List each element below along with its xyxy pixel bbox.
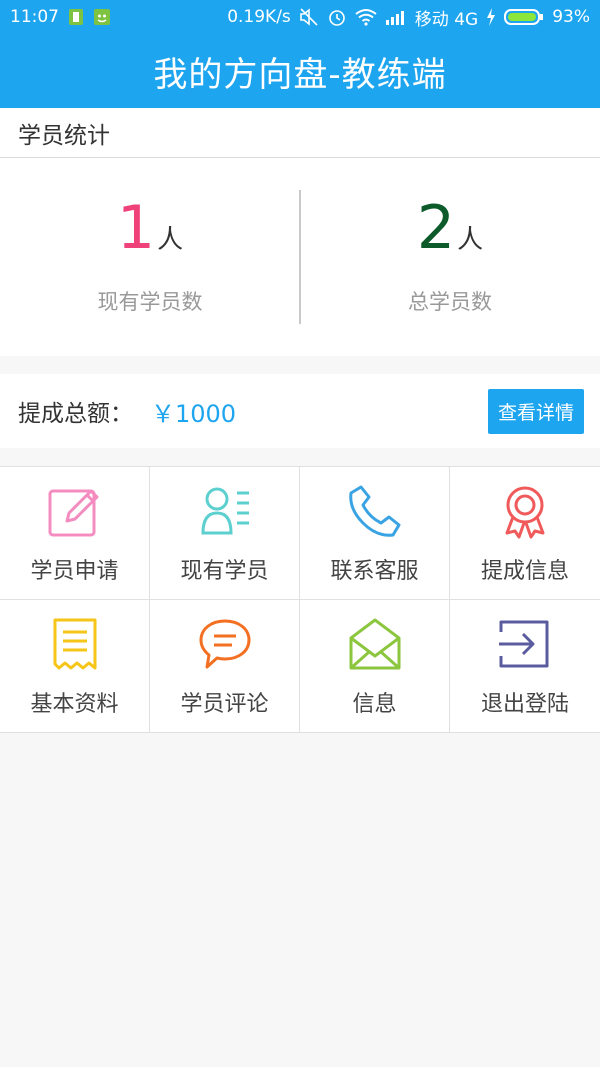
grid-item-student-comments[interactable]: 学员评论 xyxy=(150,600,300,733)
grid-item-label: 退出登陆 xyxy=(480,692,569,717)
alarm-icon xyxy=(327,7,347,27)
student-stats-panel: 1 人 现有学员数 2 人 总学员数 xyxy=(0,158,600,356)
grid-item-contact-service[interactable]: 联系客服 xyxy=(300,467,450,600)
grid-item-label: 现有学员 xyxy=(180,559,269,584)
mute-icon xyxy=(299,7,319,27)
spacer xyxy=(0,356,600,374)
grid-item-label: 联系客服 xyxy=(330,559,419,584)
spacer xyxy=(0,448,600,466)
grid-item-commission-info[interactable]: 提成信息 xyxy=(450,467,600,600)
current-students-count: 1 xyxy=(116,193,156,263)
android-notification-icon xyxy=(93,8,111,26)
battery-notification-icon xyxy=(67,8,85,26)
view-details-button[interactable]: 查看详情 xyxy=(487,388,584,434)
battery-percent: 93% xyxy=(552,7,590,27)
student-list-icon xyxy=(195,481,255,541)
commission-amount: ￥1000 xyxy=(151,399,237,428)
grid-item-logout[interactable]: 退出登陆 xyxy=(450,600,600,733)
mail-icon xyxy=(345,614,405,674)
status-bar: 11:07 0.19K/s 移动 4G 93% xyxy=(0,0,600,34)
document-icon xyxy=(45,614,105,674)
current-students-stat[interactable]: 1 人 现有学员数 xyxy=(0,158,300,356)
total-students-unit: 人 xyxy=(457,225,484,255)
commission-row: 提成总额： ￥1000 查看详情 xyxy=(0,374,600,448)
grid-item-messages[interactable]: 信息 xyxy=(300,600,450,733)
grid-item-basic-profile[interactable]: 基本资料 xyxy=(0,600,150,733)
wifi-icon xyxy=(355,8,377,26)
grid-item-label: 信息 xyxy=(352,692,397,717)
award-icon xyxy=(495,481,555,541)
student-stats-header: 学员统计 xyxy=(0,108,600,158)
charging-icon xyxy=(486,8,496,26)
status-time: 11:07 xyxy=(10,7,59,27)
signal-icon xyxy=(385,9,407,25)
carrier-label: 移动 4G xyxy=(414,9,479,30)
total-students-label: 总学员数 xyxy=(408,290,492,314)
grid-item-label: 学员申请 xyxy=(30,559,119,584)
function-grid: 学员申请 现有学员 联系客服 提成信息 基本资料 学员评论 信息 退出登陆 xyxy=(0,466,600,733)
section-title: 学员统计 xyxy=(18,122,110,149)
top-bar: 11:07 0.19K/s 移动 4G 93% 我的方向盘-教练端 xyxy=(0,0,600,108)
current-students-label: 现有学员数 xyxy=(97,290,203,314)
stats-divider xyxy=(299,190,301,324)
grid-item-label: 基本资料 xyxy=(30,692,119,717)
comment-icon xyxy=(195,614,255,674)
page-title: 我的方向盘-教练端 xyxy=(153,54,447,95)
grid-item-label: 提成信息 xyxy=(480,559,569,584)
grid-item-label: 学员评论 xyxy=(180,692,269,717)
phone-icon xyxy=(345,481,405,541)
total-students-stat[interactable]: 2 人 总学员数 xyxy=(300,158,600,356)
edit-icon xyxy=(45,481,105,541)
network-speed: 0.19K/s xyxy=(227,7,291,27)
battery-icon xyxy=(504,8,544,26)
grid-item-student-application[interactable]: 学员申请 xyxy=(0,467,150,600)
app-bar: 我的方向盘-教练端 xyxy=(0,34,600,108)
commission-label: 提成总额： xyxy=(18,401,133,427)
logout-icon xyxy=(495,614,555,674)
total-students-count: 2 xyxy=(416,193,456,263)
grid-item-current-students[interactable]: 现有学员 xyxy=(150,467,300,600)
current-students-unit: 人 xyxy=(157,225,184,255)
